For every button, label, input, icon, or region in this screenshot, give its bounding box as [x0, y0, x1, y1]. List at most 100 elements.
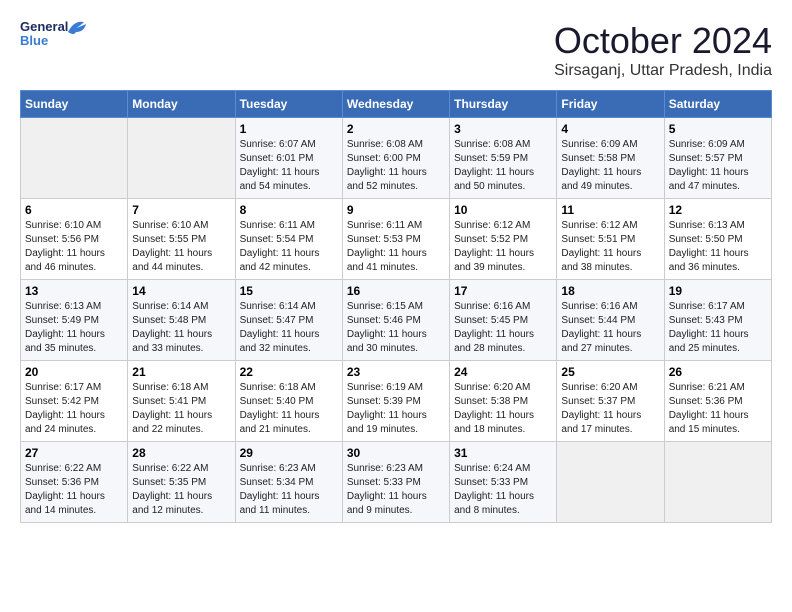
- calendar-cell: 9Sunrise: 6:11 AMSunset: 5:53 PMDaylight…: [342, 199, 449, 280]
- calendar-cell: 23 Sunrise: 6:19 AMSunset: 5:39 PMDayligh…: [342, 361, 449, 442]
- day-number: 18: [561, 284, 659, 298]
- day-info: Sunrise: 6:24 AMSunset: 5:33 PMDaylight:…: [454, 462, 552, 518]
- day-info: Sunrise: 6:20 AMSunset: 5:38 PMDaylight:…: [454, 381, 552, 437]
- day-number: 22: [240, 365, 338, 379]
- calendar-cell: 14 Sunrise: 6:14 AMSunset: 5:48 PMDayligh…: [128, 280, 235, 361]
- calendar-body: 1 Sunrise: 6:07 AMSunset: 6:01 PMDaylight…: [21, 118, 772, 523]
- week-row-2: 6Sunrise: 6:10 AMSunset: 5:56 PMDaylight…: [21, 199, 772, 280]
- calendar-cell: [128, 118, 235, 199]
- day-info: Sunrise: 6:20 AMSunset: 5:37 PMDaylight:…: [561, 381, 659, 437]
- calendar-cell: 28Sunrise: 6:22 AMSunset: 5:35 PMDayligh…: [128, 442, 235, 523]
- week-row-1: 1 Sunrise: 6:07 AMSunset: 6:01 PMDaylight…: [21, 118, 772, 199]
- day-info: Sunrise: 6:13 AMSunset: 5:50 PMDaylight:…: [669, 219, 767, 275]
- calendar-cell: 31 Sunrise: 6:24 AMSunset: 5:33 PMDayligh…: [450, 442, 557, 523]
- day-number: 16: [347, 284, 445, 298]
- calendar-cell: 19 Sunrise: 6:17 AMSunset: 5:43 PMDayligh…: [664, 280, 771, 361]
- day-info: Sunrise: 6:13 AMSunset: 5:49 PMDaylight:…: [25, 300, 123, 356]
- day-number: 1: [240, 122, 338, 136]
- day-number: 17: [454, 284, 552, 298]
- calendar-cell: 3 Sunrise: 6:08 AMSunset: 5:59 PMDaylight…: [450, 118, 557, 199]
- day-info: Sunrise: 6:12 AMSunset: 5:52 PMDaylight:…: [454, 219, 552, 275]
- calendar-cell: 2 Sunrise: 6:08 AMSunset: 6:00 PMDaylight…: [342, 118, 449, 199]
- calendar-cell: 27 Sunrise: 6:22 AMSunset: 5:36 PMDayligh…: [21, 442, 128, 523]
- day-info: Sunrise: 6:10 AMSunset: 5:55 PMDaylight:…: [132, 219, 230, 275]
- day-number: 9: [347, 203, 445, 217]
- day-number: 8: [240, 203, 338, 217]
- calendar-cell: 13 Sunrise: 6:13 AMSunset: 5:49 PMDayligh…: [21, 280, 128, 361]
- day-number: 2: [347, 122, 445, 136]
- day-info: Sunrise: 6:11 AMSunset: 5:54 PMDaylight:…: [240, 219, 338, 275]
- day-number: 3: [454, 122, 552, 136]
- day-info: Sunrise: 6:09 AMSunset: 5:57 PMDaylight:…: [669, 138, 767, 194]
- day-info: Sunrise: 6:23 AMSunset: 5:33 PMDaylight:…: [347, 462, 445, 518]
- calendar-cell: 30 Sunrise: 6:23 AMSunset: 5:33 PMDayligh…: [342, 442, 449, 523]
- day-number: 28: [132, 446, 230, 460]
- day-number: 7: [132, 203, 230, 217]
- day-number: 12: [669, 203, 767, 217]
- day-info: Sunrise: 6:22 AMSunset: 5:36 PMDaylight:…: [25, 462, 123, 518]
- calendar-cell: 8 Sunrise: 6:11 AMSunset: 5:54 PMDaylight…: [235, 199, 342, 280]
- logo: General Blue: [20, 20, 70, 60]
- day-number: 20: [25, 365, 123, 379]
- day-number: 27: [25, 446, 123, 460]
- calendar-cell: 26Sunrise: 6:21 AMSunset: 5:36 PMDayligh…: [664, 361, 771, 442]
- day-number: 13: [25, 284, 123, 298]
- month-title: October 2024: [554, 20, 772, 62]
- day-number: 30: [347, 446, 445, 460]
- calendar-header-row: SundayMondayTuesdayWednesdayThursdayFrid…: [21, 91, 772, 118]
- title-block: October 2024 Sirsaganj, Uttar Pradesh, I…: [554, 20, 772, 80]
- day-number: 21: [132, 365, 230, 379]
- day-info: Sunrise: 6:18 AMSunset: 5:41 PMDaylight:…: [132, 381, 230, 437]
- day-number: 31: [454, 446, 552, 460]
- logo-general: General: [20, 19, 68, 34]
- calendar-cell: 4 Sunrise: 6:09 AMSunset: 5:58 PMDaylight…: [557, 118, 664, 199]
- calendar-cell: 22 Sunrise: 6:18 AMSunset: 5:40 PMDayligh…: [235, 361, 342, 442]
- calendar-cell: 21 Sunrise: 6:18 AMSunset: 5:41 PMDayligh…: [128, 361, 235, 442]
- calendar-cell: 1 Sunrise: 6:07 AMSunset: 6:01 PMDaylight…: [235, 118, 342, 199]
- calendar-cell: 18 Sunrise: 6:16 AMSunset: 5:44 PMDayligh…: [557, 280, 664, 361]
- day-info: Sunrise: 6:16 AMSunset: 5:44 PMDaylight:…: [561, 300, 659, 356]
- location: Sirsaganj, Uttar Pradesh, India: [554, 62, 772, 80]
- day-number: 15: [240, 284, 338, 298]
- day-info: Sunrise: 6:07 AMSunset: 6:01 PMDaylight:…: [240, 138, 338, 194]
- week-row-3: 13 Sunrise: 6:13 AMSunset: 5:49 PMDayligh…: [21, 280, 772, 361]
- week-row-4: 20Sunrise: 6:17 AMSunset: 5:42 PMDayligh…: [21, 361, 772, 442]
- column-header-monday: Monday: [128, 91, 235, 118]
- day-number: 23: [347, 365, 445, 379]
- day-number: 14: [132, 284, 230, 298]
- day-number: 4: [561, 122, 659, 136]
- calendar-cell: 24 Sunrise: 6:20 AMSunset: 5:38 PMDayligh…: [450, 361, 557, 442]
- column-header-tuesday: Tuesday: [235, 91, 342, 118]
- day-info: Sunrise: 6:09 AMSunset: 5:58 PMDaylight:…: [561, 138, 659, 194]
- day-info: Sunrise: 6:21 AMSunset: 5:36 PMDaylight:…: [669, 381, 767, 437]
- day-info: Sunrise: 6:17 AMSunset: 5:43 PMDaylight:…: [669, 300, 767, 356]
- day-number: 10: [454, 203, 552, 217]
- calendar-cell: 6Sunrise: 6:10 AMSunset: 5:56 PMDaylight…: [21, 199, 128, 280]
- day-info: Sunrise: 6:15 AMSunset: 5:46 PMDaylight:…: [347, 300, 445, 356]
- calendar-cell: 10 Sunrise: 6:12 AMSunset: 5:52 PMDayligh…: [450, 199, 557, 280]
- day-number: 11: [561, 203, 659, 217]
- page-header: General Blue October 2024 Sirsaganj, Utt…: [20, 20, 772, 80]
- day-number: 29: [240, 446, 338, 460]
- calendar-cell: 11 Sunrise: 6:12 AMSunset: 5:51 PMDayligh…: [557, 199, 664, 280]
- calendar-cell: 29Sunrise: 6:23 AMSunset: 5:34 PMDayligh…: [235, 442, 342, 523]
- day-number: 6: [25, 203, 123, 217]
- day-info: Sunrise: 6:14 AMSunset: 5:48 PMDaylight:…: [132, 300, 230, 356]
- day-number: 24: [454, 365, 552, 379]
- week-row-5: 27 Sunrise: 6:22 AMSunset: 5:36 PMDayligh…: [21, 442, 772, 523]
- day-info: Sunrise: 6:08 AMSunset: 5:59 PMDaylight:…: [454, 138, 552, 194]
- column-header-thursday: Thursday: [450, 91, 557, 118]
- calendar-cell: 20Sunrise: 6:17 AMSunset: 5:42 PMDayligh…: [21, 361, 128, 442]
- day-info: Sunrise: 6:12 AMSunset: 5:51 PMDaylight:…: [561, 219, 659, 275]
- logo-blue: Blue: [20, 33, 48, 48]
- day-number: 25: [561, 365, 659, 379]
- calendar-cell: [21, 118, 128, 199]
- day-info: Sunrise: 6:08 AMSunset: 6:00 PMDaylight:…: [347, 138, 445, 194]
- day-info: Sunrise: 6:19 AMSunset: 5:39 PMDaylight:…: [347, 381, 445, 437]
- day-number: 19: [669, 284, 767, 298]
- column-header-saturday: Saturday: [664, 91, 771, 118]
- column-header-friday: Friday: [557, 91, 664, 118]
- day-info: Sunrise: 6:18 AMSunset: 5:40 PMDaylight:…: [240, 381, 338, 437]
- calendar-cell: 7 Sunrise: 6:10 AMSunset: 5:55 PMDaylight…: [128, 199, 235, 280]
- calendar-cell: 12 Sunrise: 6:13 AMSunset: 5:50 PMDayligh…: [664, 199, 771, 280]
